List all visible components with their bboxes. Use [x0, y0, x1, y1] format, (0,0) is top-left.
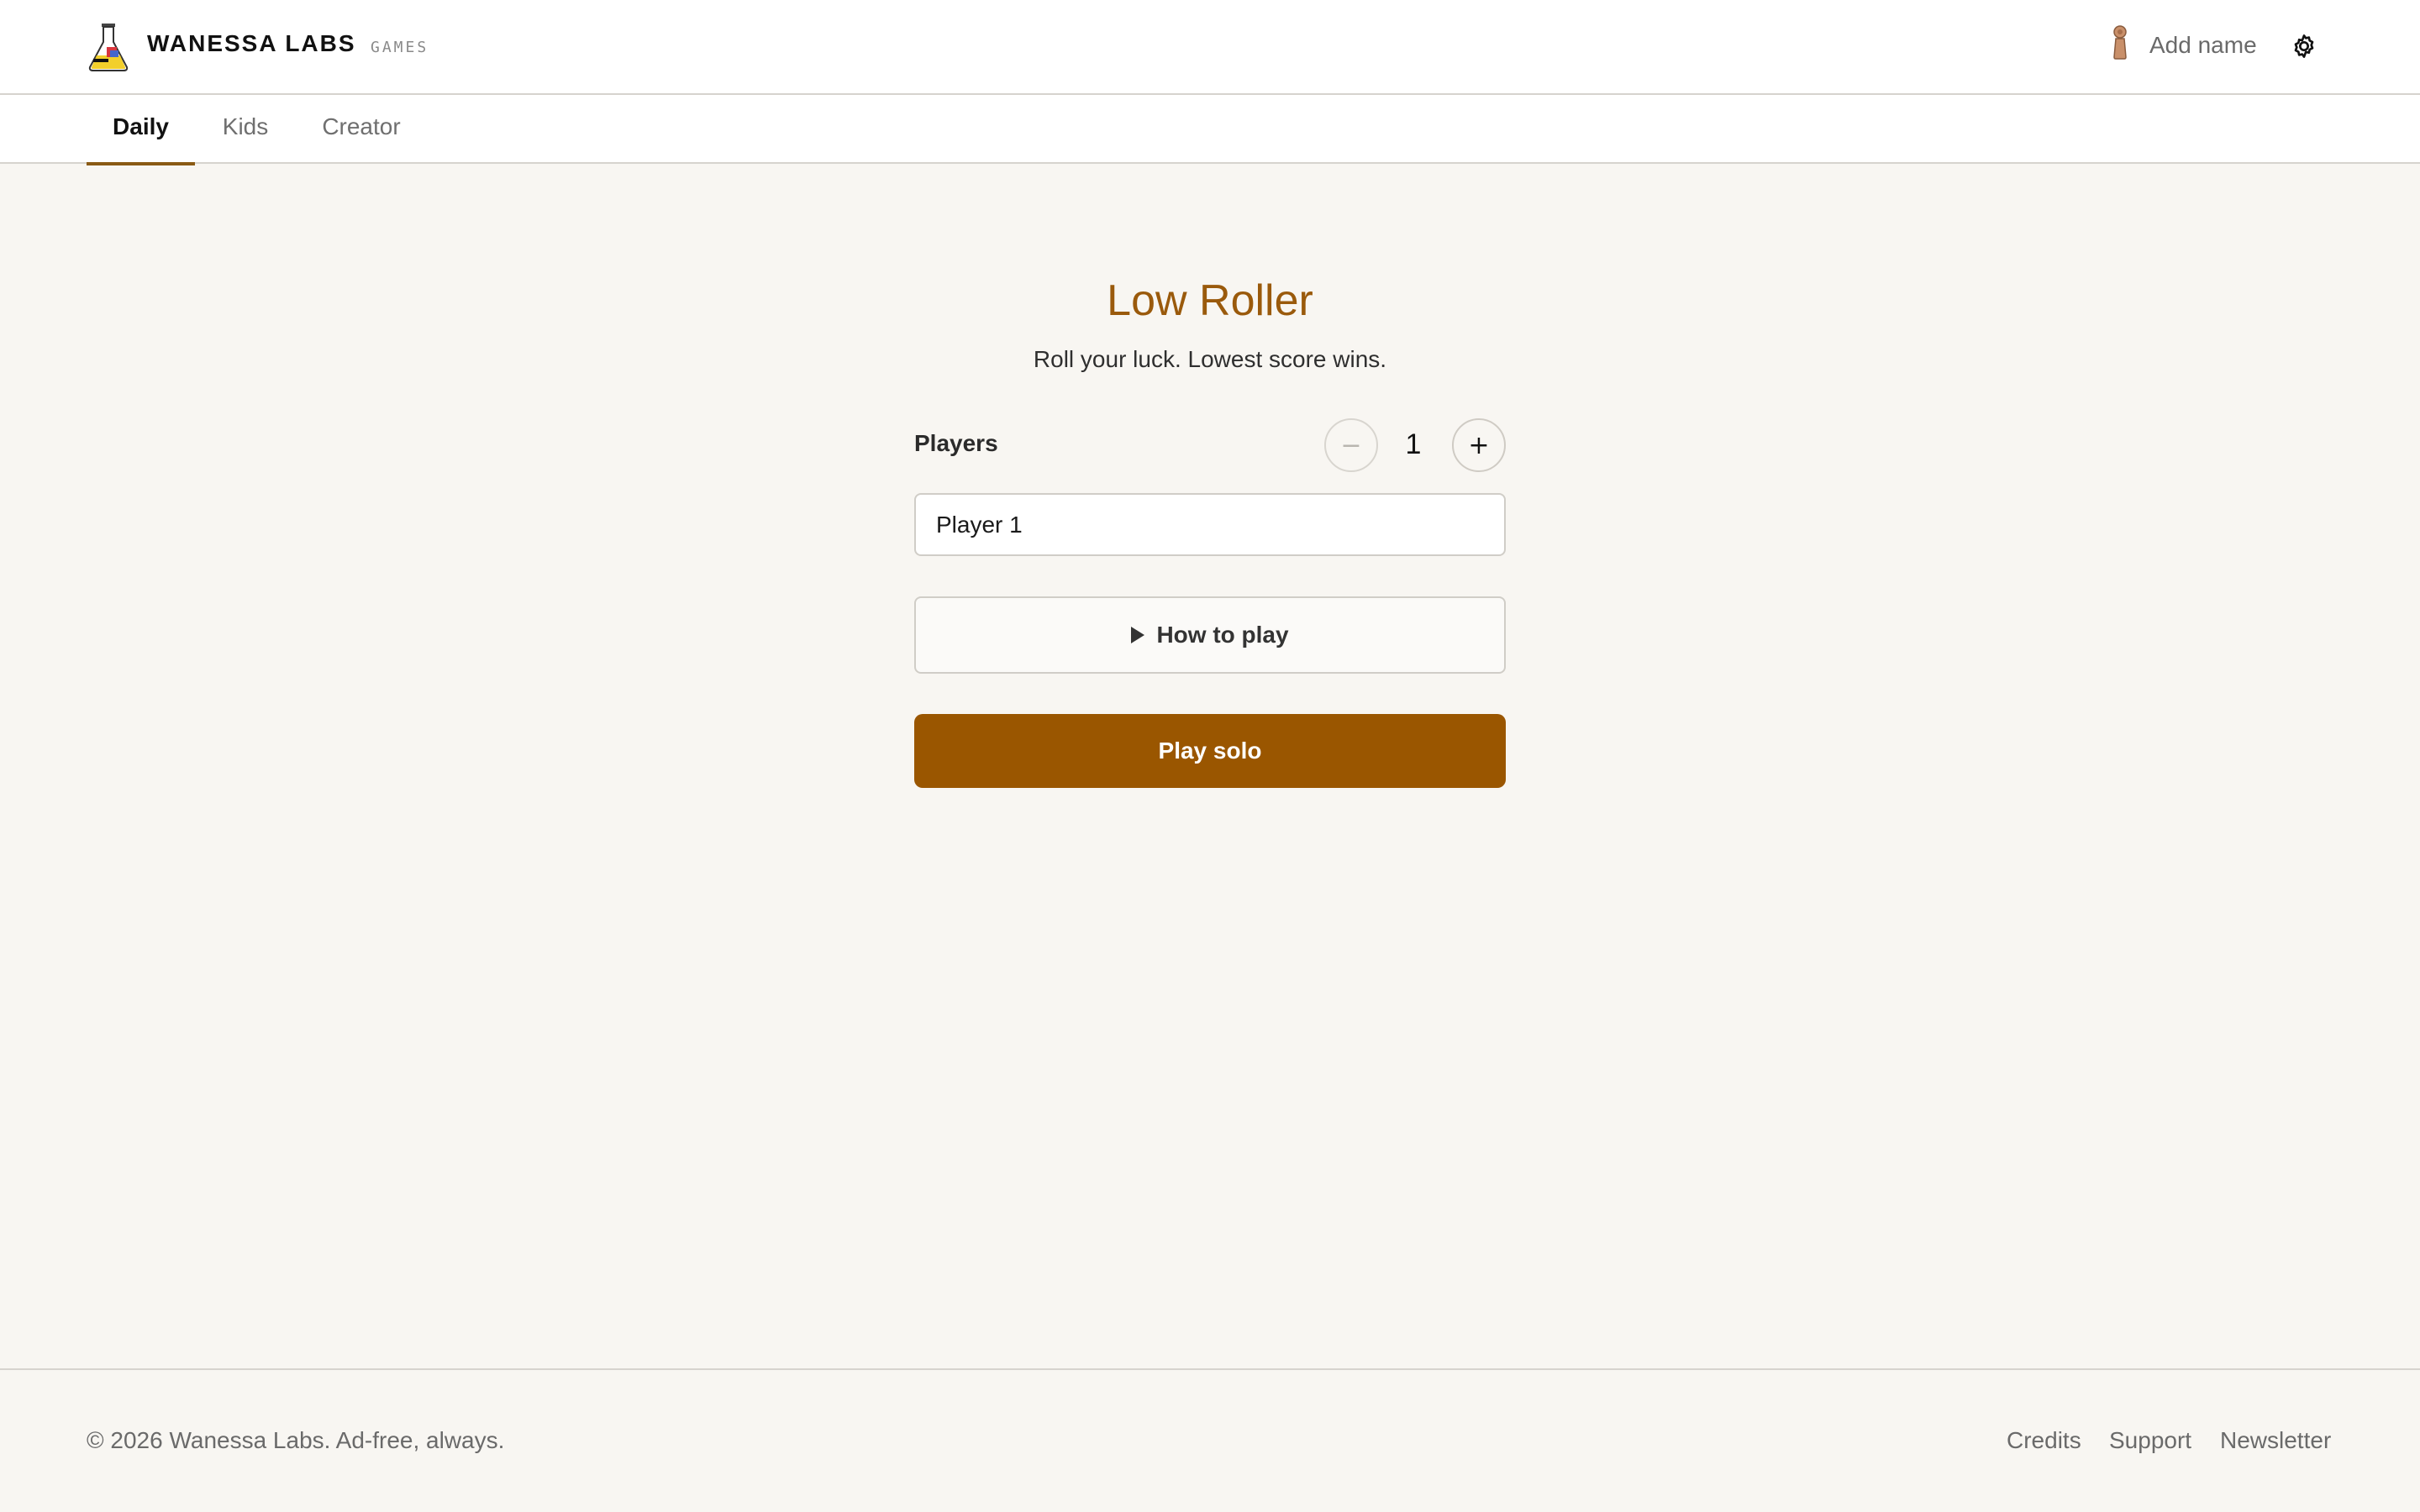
game-title: Low Roller: [1107, 276, 1313, 325]
gear-icon[interactable]: [2291, 33, 2317, 60]
brand-subtitle: GAMES: [371, 39, 429, 56]
top-header: WANESSA LABS GAMES Add name: [0, 0, 2420, 95]
tab-creator[interactable]: Creator: [311, 95, 412, 164]
tab-kids[interactable]: Kids: [210, 95, 281, 164]
tab-daily[interactable]: Daily: [87, 95, 195, 165]
player-name-input[interactable]: [914, 493, 1506, 556]
footer: © 2026 Wanessa Labs. Ad-free, always. Cr…: [0, 1368, 2420, 1512]
brand-name[interactable]: WANESSA LABS: [147, 30, 356, 57]
copyright-text: © 2026 Wanessa Labs. Ad-free, always.: [87, 1427, 505, 1453]
flask-logo-icon[interactable]: [87, 22, 130, 72]
how-to-play-button[interactable]: How to play: [914, 596, 1506, 674]
add-name-link[interactable]: Add name: [2149, 32, 2257, 59]
increment-players-button[interactable]: +: [1452, 418, 1506, 472]
decrement-players-button[interactable]: −: [1324, 418, 1378, 472]
newsletter-link[interactable]: Newsletter: [2220, 1427, 2331, 1454]
players-count: 1: [1405, 428, 1422, 460]
how-to-play-label: How to play: [1156, 622, 1289, 648]
game-subtitle: Roll your luck. Lowest score wins.: [1033, 346, 1387, 372]
support-link[interactable]: Support: [2109, 1427, 2191, 1454]
credits-link[interactable]: Credits: [2007, 1427, 2081, 1454]
pawn-icon[interactable]: [2111, 25, 2129, 60]
play-solo-button[interactable]: Play solo: [914, 714, 1506, 788]
players-label: Players: [914, 430, 998, 456]
tab-bar: Daily Kids Creator: [0, 95, 2420, 165]
play-triangle-icon: [1131, 627, 1145, 643]
